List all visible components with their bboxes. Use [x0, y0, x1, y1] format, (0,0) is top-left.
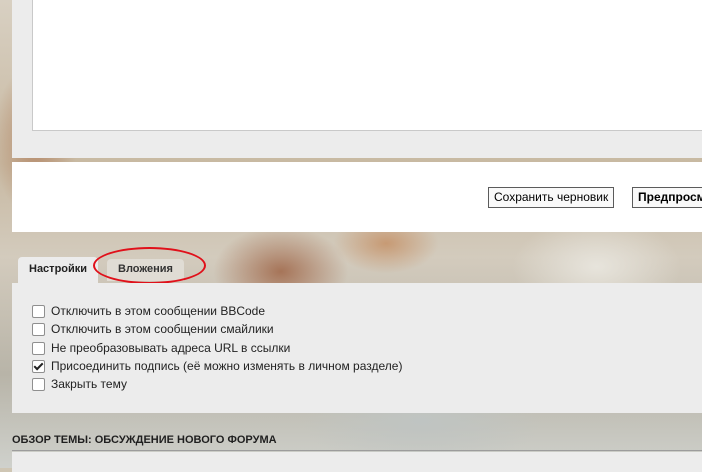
option-label: Отключить в этом сообщении смайлики	[51, 322, 274, 336]
message-textarea[interactable]	[32, 0, 702, 131]
option-disable-bbcode[interactable]: Отключить в этом сообщении BBCode	[32, 303, 265, 319]
topic-review-panel	[12, 452, 702, 472]
lock-topic-checkbox[interactable]	[32, 377, 45, 391]
option-disable-magic-url[interactable]: Не преобразовывать адреса URL в ссылки	[32, 340, 290, 356]
option-lock-topic[interactable]: Закрыть тему	[32, 376, 127, 392]
save-draft-button[interactable]: Сохранить черновик	[488, 187, 615, 208]
attach-signature-checkbox[interactable]	[32, 359, 45, 373]
topic-review-heading: ОБЗОР ТЕМЫ: ОБСУЖДЕНИЕ НОВОГО ФОРУМА	[12, 433, 702, 451]
highlight-annotation	[93, 247, 206, 284]
option-label: Отключить в этом сообщении BBCode	[51, 304, 266, 318]
tab-settings[interactable]: Настройки	[18, 257, 99, 283]
preview-button[interactable]: Предпросмотр	[632, 187, 702, 208]
option-attach-signature[interactable]: Присоединить подпись (её можно изменять …	[32, 358, 402, 374]
disable-bbcode-checkbox[interactable]	[32, 304, 45, 318]
option-label: Присоединить подпись (её можно изменять …	[51, 359, 403, 373]
option-label: Не преобразовывать адреса URL в ссылки	[51, 341, 291, 355]
disable-smilies-checkbox[interactable]	[32, 322, 45, 336]
disable-magic-url-checkbox[interactable]	[32, 341, 45, 355]
option-disable-smilies[interactable]: Отключить в этом сообщении смайлики	[32, 321, 274, 337]
option-label: Закрыть тему	[51, 377, 127, 391]
